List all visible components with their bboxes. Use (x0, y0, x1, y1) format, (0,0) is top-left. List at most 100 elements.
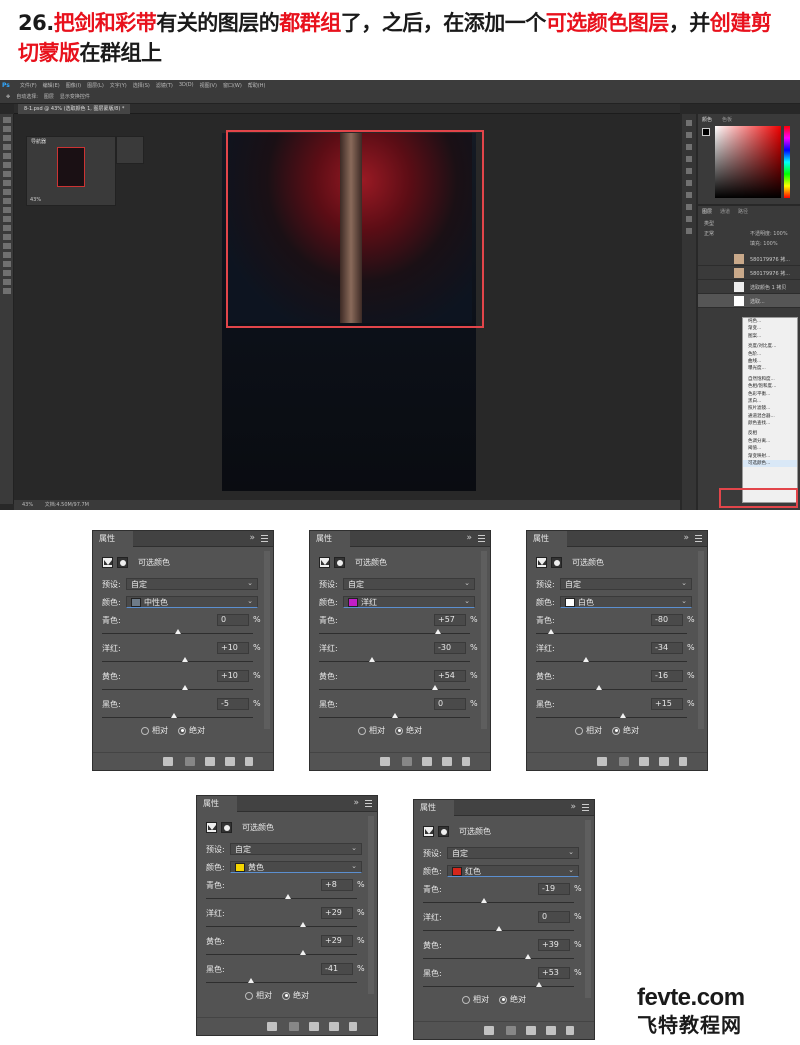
lasso-icon[interactable] (2, 135, 11, 141)
panel-scrollbar[interactable] (585, 820, 591, 998)
menu-edit[interactable]: 编辑(E) (43, 82, 60, 89)
menu-item-curves[interactable]: 曲线... (743, 358, 797, 365)
auto-select-checkbox[interactable]: 自动选择: (16, 93, 38, 100)
reset-icon[interactable] (422, 757, 432, 766)
black-slider-handle[interactable] (391, 713, 398, 718)
magenta-value-field[interactable]: +29 (321, 907, 353, 919)
crop-icon[interactable] (2, 153, 11, 159)
reset-icon[interactable] (639, 757, 649, 766)
color-select[interactable]: 红色 ⌄ (447, 865, 579, 877)
menu-item-exposure[interactable]: 曝光度... (743, 365, 797, 372)
black-value-field[interactable]: -41 (321, 963, 353, 975)
menu-item-color-balance[interactable]: 色彩平衡... (743, 391, 797, 398)
menu-filter[interactable]: 滤镜(T) (156, 82, 173, 89)
layers-tab[interactable]: 图层 (702, 208, 712, 215)
color-select[interactable]: 白色 ⌄ (560, 596, 692, 608)
cyan-slider-handle[interactable] (548, 629, 555, 634)
adjustment-icon[interactable] (206, 821, 217, 833)
move-tool-icon[interactable]: ✥ (6, 94, 10, 100)
preset-select[interactable]: 自定 ⌄ (343, 578, 475, 590)
move-icon[interactable] (2, 117, 11, 123)
info-panel-icon[interactable] (686, 192, 692, 198)
reset-icon[interactable] (526, 1026, 536, 1035)
properties-tab[interactable]: 属性 (414, 800, 454, 816)
panel-scrollbar[interactable] (264, 551, 270, 729)
clip-to-layer-icon[interactable] (267, 1022, 277, 1031)
magenta-slider-track[interactable] (206, 926, 357, 927)
magenta-slider-track[interactable] (319, 661, 470, 662)
menu-item-channel-mixer[interactable]: 通道混合器... (743, 413, 797, 420)
trash-icon[interactable] (245, 757, 253, 766)
clip-to-layer-icon[interactable] (597, 757, 607, 766)
yellow-slider-track[interactable] (206, 954, 357, 955)
cyan-slider-track[interactable] (536, 633, 687, 634)
brush-icon[interactable] (2, 180, 11, 186)
foreground-swatch[interactable] (702, 128, 710, 136)
absolute-option[interactable]: 绝对 (612, 725, 639, 736)
menu-image[interactable]: 图像(I) (66, 82, 81, 89)
magenta-slider-track[interactable] (536, 661, 687, 662)
black-slider-track[interactable] (536, 717, 687, 718)
adjustment-icon[interactable] (102, 556, 113, 568)
visibility-icon[interactable] (225, 757, 235, 766)
menu-item-levels[interactable]: 色阶... (743, 351, 797, 358)
menu-item-brightness[interactable]: 亮度/对比度... (743, 343, 797, 350)
black-value-field[interactable]: +15 (651, 698, 683, 710)
black-slider-track[interactable] (102, 717, 253, 718)
mask-icon[interactable] (221, 821, 232, 833)
relative-option[interactable]: 相对 (575, 725, 602, 736)
black-slider-handle[interactable] (619, 713, 626, 718)
clip-to-layer-icon[interactable] (163, 757, 173, 766)
mask-icon[interactable] (438, 825, 449, 837)
trash-icon[interactable] (679, 757, 687, 766)
layer-row[interactable]: 580179976 拷... (698, 252, 800, 266)
black-slider-handle[interactable] (170, 713, 177, 718)
visibility-icon[interactable] (546, 1026, 556, 1035)
relative-option[interactable]: 相对 (462, 994, 489, 1005)
absolute-radio[interactable] (178, 726, 186, 735)
menu-item-vibrance[interactable]: 自然饱和度... (743, 376, 797, 383)
magenta-slider-handle[interactable] (300, 922, 307, 927)
visibility-icon[interactable] (329, 1022, 339, 1031)
properties-tab[interactable]: 属性 (197, 796, 237, 812)
navigator-tab[interactable]: 导航器 (31, 138, 46, 145)
yellow-slider-track[interactable] (536, 689, 687, 690)
dodge-icon[interactable] (2, 234, 11, 240)
hand-icon[interactable] (2, 279, 11, 285)
cyan-value-field[interactable]: -19 (538, 883, 570, 895)
panel-menu-icon[interactable] (582, 804, 589, 811)
relative-radio[interactable] (575, 726, 583, 735)
relative-option[interactable]: 相对 (141, 725, 168, 736)
cyan-slider-handle[interactable] (174, 629, 181, 634)
swatches-tab[interactable]: 色板 (722, 116, 732, 123)
blur-icon[interactable] (2, 225, 11, 231)
preset-select[interactable]: 自定 ⌄ (447, 847, 579, 859)
opacity-field[interactable]: 不透明度: 100% (750, 230, 788, 237)
absolute-option[interactable]: 绝对 (395, 725, 422, 736)
mask-icon[interactable] (334, 556, 345, 568)
color-select[interactable]: 中性色 ⌄ (126, 596, 258, 608)
yellow-slider-handle[interactable] (596, 685, 603, 690)
menu-item-threshold[interactable]: 阈值... (743, 445, 797, 452)
document-tab[interactable]: 8-1.psd @ 43% (选取颜色 1, 图层蒙版/8) * (18, 104, 131, 114)
magenta-value-field[interactable]: -30 (434, 642, 466, 654)
blend-mode-select[interactable]: 正常 (704, 230, 714, 237)
eraser-icon[interactable] (2, 207, 11, 213)
cyan-value-field[interactable]: +57 (434, 614, 466, 626)
menu-item-gradient-map[interactable]: 渐变映射... (743, 453, 797, 460)
yellow-slider-handle[interactable] (524, 954, 531, 959)
yellow-value-field[interactable]: +39 (538, 939, 570, 951)
show-transform-checkbox[interactable]: 显示变换控件 (60, 93, 90, 100)
channels-tab[interactable]: 通道 (720, 208, 730, 215)
magenta-value-field[interactable]: +10 (217, 642, 249, 654)
layer-row[interactable]: 选取颜色 1 拷贝 (698, 280, 800, 294)
menu-item-posterize[interactable]: 色调分离... (743, 438, 797, 445)
panel-menu-icon[interactable] (261, 535, 268, 542)
menu-type[interactable]: 文字(Y) (110, 82, 127, 89)
black-value-field[interactable]: +53 (538, 967, 570, 979)
collapse-icon[interactable]: » (249, 533, 255, 543)
collapse-icon[interactable]: » (353, 798, 359, 808)
cyan-value-field[interactable]: -80 (651, 614, 683, 626)
absolute-radio[interactable] (395, 726, 403, 735)
styles-panel-icon[interactable] (686, 228, 692, 234)
